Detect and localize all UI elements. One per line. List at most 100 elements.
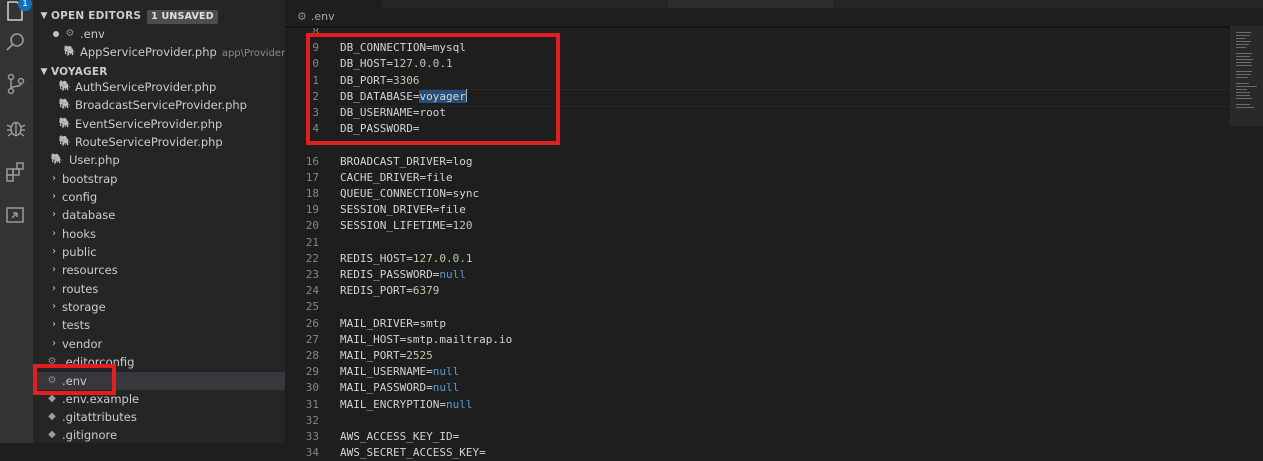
- folder-row[interactable]: › database: [33, 206, 285, 224]
- env-value: log: [452, 155, 473, 168]
- env-value: null: [445, 398, 473, 411]
- code-line[interactable]: MAIL_PORT=2525: [340, 348, 433, 364]
- annotation-box-db-settings: [306, 33, 560, 145]
- open-editor-item[interactable]: 🐘 AppServiceProvider.php app\Providers: [33, 43, 285, 61]
- php-icon: 🐘: [58, 136, 72, 147]
- line-number: 20: [305, 219, 319, 232]
- minimap-line: [1236, 98, 1252, 99]
- code-line[interactable]: MAIL_HOST=smtp.mailtrap.io: [340, 332, 512, 348]
- file-row[interactable]: 🐘 User.php: [33, 151, 285, 169]
- code-line[interactable]: MAIL_USERNAME=null: [340, 364, 459, 380]
- chevron-down-icon: ▼: [40, 11, 48, 21]
- folder-label: tests: [62, 318, 91, 332]
- folder-row[interactable]: › resources: [33, 261, 285, 279]
- minimap-line: [1236, 41, 1252, 42]
- folder-row[interactable]: › routes: [33, 280, 285, 298]
- env-value: 2525: [406, 349, 433, 362]
- minimap-line: [1236, 89, 1248, 90]
- folder-row[interactable]: › tests: [33, 316, 285, 334]
- code-line[interactable]: MAIL_ENCRYPTION=null: [340, 397, 472, 413]
- file-row[interactable]: ◆ .gitattributes: [33, 408, 285, 426]
- line-number: 32: [305, 414, 319, 427]
- chevron-right-icon: ›: [52, 338, 56, 349]
- env-value: 6379: [412, 284, 440, 297]
- env-key: CACHE_DRIVER=: [340, 171, 427, 184]
- env-key: AWS_ACCESS_KEY_ID=: [340, 430, 460, 443]
- file-icon: ◆: [48, 429, 56, 440]
- env-key: REDIS_PASSWORD=: [340, 268, 440, 281]
- env-key: MAIL_PASSWORD=: [340, 381, 433, 394]
- file-row[interactable]: 🐘 EventServiceProvider.php: [33, 115, 285, 133]
- line-number: 29: [305, 365, 319, 378]
- open-editor-item[interactable]: ⚙ .env: [33, 25, 285, 43]
- file-label: AuthServiceProvider.php: [75, 80, 217, 94]
- folder-row[interactable]: › hooks: [33, 225, 285, 243]
- env-key: AWS_SECRET_ACCESS_KEY=: [340, 446, 486, 459]
- folder-label: resources: [62, 263, 118, 277]
- source-control-icon[interactable]: [4, 72, 28, 96]
- file-row[interactable]: 🐘 BroadcastServiceProvider.php: [33, 96, 285, 114]
- env-value: 127.0.0.1: [412, 252, 473, 265]
- line-number: 28: [305, 349, 319, 362]
- env-value: sync: [452, 187, 480, 200]
- folder-row[interactable]: › bootstrap: [33, 170, 285, 188]
- code-line[interactable]: MAIL_PASSWORD=null: [340, 380, 459, 396]
- explorer-icon[interactable]: 1: [4, 0, 32, 24]
- minimap-line: [1236, 62, 1252, 63]
- unsaved-dot-icon[interactable]: [49, 25, 63, 43]
- minimap[interactable]: [1230, 26, 1263, 443]
- code-line[interactable]: AWS_SECRET_ACCESS_KEY=: [340, 445, 486, 461]
- tab-other[interactable]: [668, 0, 833, 8]
- code-line[interactable]: MAIL_DRIVER=smtp: [340, 316, 446, 332]
- folder-row[interactable]: › public: [33, 243, 285, 261]
- file-row[interactable]: 🐘 RouteServiceProvider.php: [33, 133, 285, 151]
- folder-row[interactable]: › storage: [33, 298, 285, 316]
- chevron-right-icon: ›: [52, 228, 56, 239]
- folder-row[interactable]: › vendor: [33, 335, 285, 353]
- tab-bar: [285, 0, 1263, 8]
- debug-icon[interactable]: [4, 116, 28, 140]
- file-row[interactable]: ◆ .gitignore: [33, 426, 285, 443]
- activity-bar: 1: [0, 0, 33, 443]
- remote-explorer-icon[interactable]: [4, 203, 28, 227]
- line-number: 30: [305, 381, 319, 394]
- gear-icon: ⚙: [65, 28, 75, 39]
- code-line[interactable]: CACHE_DRIVER=file: [340, 170, 453, 186]
- search-icon[interactable]: [4, 30, 28, 54]
- minimap-line: [1236, 107, 1254, 108]
- line-number: 18: [305, 187, 319, 200]
- code-line[interactable]: SESSION_DRIVER=file: [340, 202, 466, 218]
- chevron-right-icon: ›: [52, 209, 56, 220]
- env-key: MAIL_PORT=: [340, 349, 407, 362]
- folder-row[interactable]: › config: [33, 188, 285, 206]
- code-line[interactable]: BROADCAST_DRIVER=log: [340, 154, 472, 170]
- code-line[interactable]: REDIS_PASSWORD=null: [340, 267, 466, 283]
- folder-label: config: [62, 190, 98, 204]
- env-key: MAIL_HOST=: [340, 333, 407, 346]
- code-line[interactable]: REDIS_HOST=127.0.0.1: [340, 251, 472, 267]
- line-number: 19: [305, 203, 319, 216]
- tab-env[interactable]: [285, 0, 382, 8]
- extensions-icon[interactable]: [4, 160, 28, 184]
- code-line[interactable]: QUEUE_CONNECTION=sync: [340, 186, 479, 202]
- breadcrumb[interactable]: ⚙ .env: [297, 9, 335, 25]
- env-value: file: [439, 203, 466, 216]
- folder-label: vendor: [62, 337, 103, 351]
- env-value: file: [426, 171, 453, 184]
- file-label: RouteServiceProvider.php: [75, 135, 223, 149]
- code-line[interactable]: SESSION_LIFETIME=120: [340, 218, 472, 234]
- line-number: 21: [305, 236, 319, 249]
- code-line[interactable]: REDIS_PORT=6379: [340, 283, 439, 299]
- open-editors-header[interactable]: ▼ OPEN EDITORS 1 UNSAVED: [33, 6, 285, 26]
- minimap-line: [1236, 65, 1252, 66]
- php-icon: 🐘: [63, 46, 77, 57]
- line-number: 22: [305, 252, 319, 265]
- env-key: MAIL_ENCRYPTION=: [340, 398, 446, 411]
- line-number: 34: [305, 446, 319, 459]
- php-icon: 🐘: [58, 99, 72, 110]
- minimap-line: [1236, 95, 1251, 96]
- minimap-line: [1236, 86, 1257, 87]
- file-row[interactable]: 🐘 AuthServiceProvider.php: [33, 78, 285, 96]
- env-value: smtp: [419, 317, 446, 330]
- unsaved-badge: 1 UNSAVED: [147, 10, 218, 24]
